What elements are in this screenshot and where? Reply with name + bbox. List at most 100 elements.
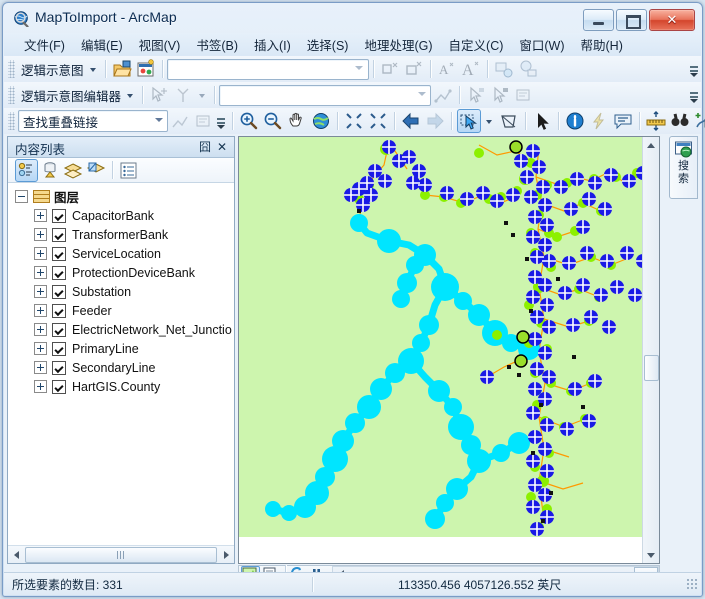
- schematic-diagram-combo[interactable]: [166, 58, 369, 80]
- html-popup-icon[interactable]: [612, 110, 634, 132]
- toc-options-icon[interactable]: [118, 160, 139, 181]
- layer-visibility-checkbox[interactable]: [52, 322, 66, 337]
- layer-row-substation[interactable]: Substation: [8, 282, 234, 301]
- tree-root-layers[interactable]: 图层: [8, 187, 234, 206]
- pin-icon[interactable]: 囧: [198, 140, 212, 154]
- chevron-down-icon[interactable]: [151, 112, 166, 127]
- scroll-left-icon[interactable]: [8, 547, 24, 562]
- map-vertical-scrollbar[interactable]: [642, 137, 659, 563]
- menu-view[interactable]: 视图(V): [131, 33, 189, 56]
- new-diagram-icon[interactable]: [135, 58, 157, 80]
- chevron-down-icon[interactable]: [414, 87, 429, 102]
- schematic-trace-icon[interactable]: [169, 110, 191, 132]
- toolbar-overflow-button[interactable]: [216, 111, 226, 131]
- menu-help[interactable]: 帮助(H): [573, 33, 631, 56]
- menu-file[interactable]: 文件(F): [16, 33, 73, 56]
- toolbar-overflow-button[interactable]: [689, 59, 699, 79]
- scrollbar-thumb[interactable]: [644, 355, 659, 381]
- schematic-properties-icon[interactable]: [517, 58, 539, 80]
- toolbar-grip[interactable]: [8, 112, 15, 130]
- hyperlink-icon[interactable]: [588, 110, 610, 132]
- overlapping-properties-icon[interactable]: [193, 110, 215, 132]
- select-by-polygon-icon[interactable]: [498, 110, 520, 132]
- layer-visibility-checkbox[interactable]: [52, 303, 66, 318]
- schematic-menu-label[interactable]: 逻辑示意图: [18, 60, 86, 79]
- decrease-label-size-icon[interactable]: A: [436, 58, 458, 80]
- close-button[interactable]: ✕: [649, 9, 695, 31]
- layer-row-secondaryline[interactable]: SecondaryLine: [8, 358, 234, 377]
- toolbar-overflow-button[interactable]: [689, 85, 699, 105]
- layer-row-electricnetwork-net-junction[interactable]: ElectricNetwork_Net_Junctio: [8, 320, 234, 339]
- chevron-down-icon[interactable]: [199, 94, 206, 98]
- expand-toggle-icon[interactable]: [34, 285, 47, 298]
- expand-toggle-icon[interactable]: [34, 266, 47, 279]
- layer-row-capacitorbank[interactable]: CapacitorBank: [8, 206, 234, 225]
- chevron-down-icon[interactable]: [486, 120, 492, 124]
- schematic-editor-combo[interactable]: [219, 84, 432, 106]
- menu-edit[interactable]: 编辑(E): [73, 33, 131, 56]
- layer-visibility-checkbox[interactable]: [52, 265, 66, 280]
- select-schematic-feature-icon[interactable]: [465, 84, 487, 106]
- identify-icon[interactable]: [564, 110, 586, 132]
- chevron-down-icon[interactable]: [89, 68, 96, 72]
- menu-geoprocessing[interactable]: 地理处理(G): [356, 33, 440, 56]
- increase-label-size-icon[interactable]: A: [460, 58, 482, 80]
- expand-toggle-icon[interactable]: [34, 228, 47, 241]
- layer-row-servicelocation[interactable]: ServiceLocation: [8, 244, 234, 263]
- find-route-icon[interactable]: [693, 110, 705, 132]
- layer-visibility-checkbox[interactable]: [52, 360, 66, 375]
- menu-insert[interactable]: 插入(I): [246, 33, 299, 56]
- layer-visibility-checkbox[interactable]: [52, 208, 66, 223]
- fixed-zoom-out-icon[interactable]: [367, 110, 389, 132]
- list-by-source-icon[interactable]: [40, 160, 61, 181]
- chevron-down-icon[interactable]: [127, 94, 134, 98]
- layer-visibility-checkbox[interactable]: [52, 246, 66, 261]
- deselect-schematic-feature-icon[interactable]: [489, 84, 511, 106]
- open-diagram-icon[interactable]: [111, 58, 133, 80]
- measure-icon[interactable]: [645, 110, 667, 132]
- layer-row-protectiondevicebank[interactable]: ProtectionDeviceBank: [8, 263, 234, 282]
- layer-row-transformerbank[interactable]: TransformerBank: [8, 225, 234, 244]
- layer-visibility-checkbox[interactable]: [52, 341, 66, 356]
- fixed-zoom-in-icon[interactable]: [343, 110, 365, 132]
- layer-row-feeder[interactable]: Feeder: [8, 301, 234, 320]
- scroll-down-icon[interactable]: [643, 547, 658, 563]
- expand-toggle-icon[interactable]: [34, 380, 47, 393]
- menu-customize[interactable]: 自定义(C): [441, 33, 512, 56]
- zoom-in-icon[interactable]: [238, 110, 260, 132]
- find-icon[interactable]: [669, 110, 691, 132]
- full-extent-globe-icon[interactable]: [310, 110, 332, 132]
- search-panel-tab[interactable]: 搜 索: [669, 136, 698, 199]
- layer-row-hartgis-county[interactable]: HartGIS.County: [8, 377, 234, 396]
- list-by-visibility-icon[interactable]: [63, 160, 84, 181]
- zoom-out-icon[interactable]: [262, 110, 284, 132]
- map-canvas[interactable]: [239, 137, 643, 563]
- layer-visibility-checkbox[interactable]: [52, 284, 66, 299]
- expand-node-icon[interactable]: [403, 58, 425, 80]
- toolbar-grip[interactable]: [8, 86, 15, 104]
- collapse-toggle-icon[interactable]: [15, 190, 28, 203]
- go-next-extent-icon[interactable]: [424, 110, 446, 132]
- select-features-icon[interactable]: [457, 109, 481, 133]
- expand-toggle-icon[interactable]: [34, 209, 47, 222]
- go-back-extent-icon[interactable]: [400, 110, 422, 132]
- layer-visibility-checkbox[interactable]: [52, 227, 66, 242]
- menu-bookmarks[interactable]: 书签(B): [188, 33, 246, 56]
- list-by-drawing-order-icon[interactable]: [15, 158, 38, 182]
- expand-toggle-icon[interactable]: [34, 323, 47, 336]
- resize-grip[interactable]: [686, 578, 698, 590]
- schematic-editor-menu-label[interactable]: 逻辑示意图编辑器: [18, 86, 123, 105]
- expand-toggle-icon[interactable]: [34, 361, 47, 374]
- schematic-editor-properties-icon[interactable]: [513, 84, 535, 106]
- move-node-tool-icon[interactable]: [148, 84, 170, 106]
- maximize-button[interactable]: [616, 9, 647, 31]
- pan-hand-icon[interactable]: [286, 110, 308, 132]
- schematic-link-icon[interactable]: [432, 84, 454, 106]
- chevron-down-icon[interactable]: [352, 61, 367, 76]
- edit-link-tool-icon[interactable]: [172, 84, 194, 106]
- layer-visibility-checkbox[interactable]: [52, 379, 66, 394]
- close-icon[interactable]: ✕: [215, 140, 229, 154]
- scroll-right-icon[interactable]: [218, 547, 234, 562]
- scroll-up-icon[interactable]: [643, 137, 658, 153]
- minimize-button[interactable]: [583, 9, 614, 31]
